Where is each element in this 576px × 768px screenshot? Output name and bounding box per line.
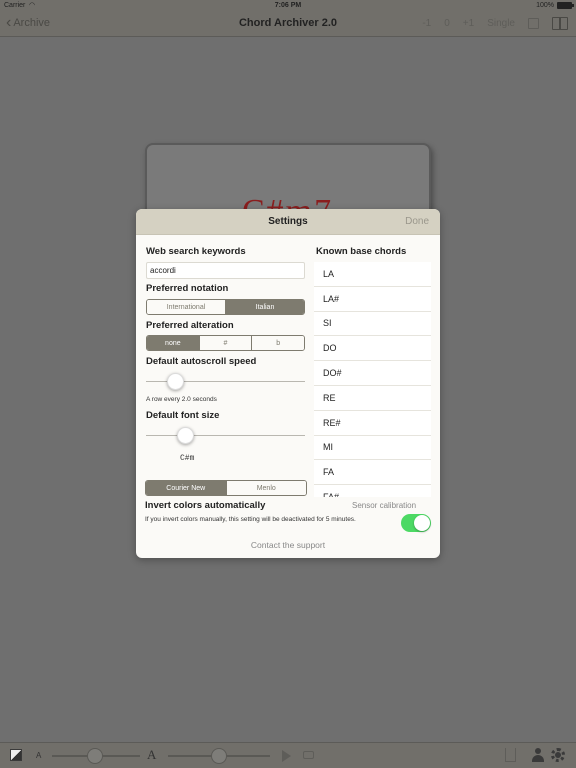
contact-support-button[interactable]: Contact the support <box>136 540 440 550</box>
sensor-calibration-button[interactable]: Sensor calibration <box>352 501 416 510</box>
settings-header: Settings Done <box>136 209 440 235</box>
settings-modal: Settings Done Web search keywords Prefer… <box>136 209 440 558</box>
chord-list-item[interactable]: DO# <box>314 361 431 386</box>
font-smaller-icon: A <box>36 751 42 760</box>
book-icon[interactable] <box>552 17 568 30</box>
font-size-label: Default font size <box>146 410 220 421</box>
transpose-up-button[interactable]: +1 <box>463 18 474 29</box>
person-icon[interactable] <box>531 748 545 762</box>
invert-colors-toggle[interactable] <box>401 514 431 532</box>
chord-list-item[interactable]: FA# <box>314 485 431 497</box>
battery-icon <box>557 2 574 9</box>
transpose-down-button[interactable]: -1 <box>422 18 431 29</box>
scroll-speed-slider-thumb[interactable] <box>211 748 227 764</box>
notation-italian[interactable]: Italian <box>225 300 304 314</box>
known-chords-label: Known base chords <box>316 246 407 257</box>
alteration-label: Preferred alteration <box>146 320 234 331</box>
autoscroll-slider-thumb[interactable] <box>167 373 185 390</box>
settings-right-column: Known base chords LALA#SIDODO#RERE#MIFAF… <box>312 235 440 508</box>
invert-colors-note: If you invert colors manually, this sett… <box>145 516 356 523</box>
bottom-toolbar: A A <box>0 742 576 768</box>
font-size-thumb[interactable] <box>177 427 195 444</box>
invert-colors-label: Invert colors automatically <box>145 500 266 511</box>
invert-colors-icon[interactable] <box>10 749 22 761</box>
nav-bar: ‹ Archive Chord Archiver 2.0 -1 0 +1 Sin… <box>0 12 576 37</box>
chord-list-item[interactable]: SI <box>314 312 431 337</box>
gear-icon[interactable] <box>551 748 565 762</box>
chord-list-item[interactable]: RE <box>314 386 431 411</box>
notation-segmented: International Italian <box>146 299 305 315</box>
video-icon[interactable] <box>303 751 314 759</box>
autoscroll-label: Default autoscroll speed <box>146 356 257 367</box>
chord-list-item[interactable]: FA <box>314 460 431 486</box>
chord-list-item[interactable]: MI <box>314 436 431 461</box>
done-button[interactable]: Done <box>405 216 429 227</box>
settings-left-column: Web search keywords Preferred notation I… <box>136 235 311 508</box>
status-bar: Carrier ◠ 7:06 PM 100% <box>0 0 576 12</box>
chord-list-item[interactable]: DO <box>314 336 431 362</box>
settings-title: Settings <box>268 216 308 227</box>
font-preview: C#m <box>180 454 195 463</box>
edit-icon[interactable] <box>528 18 539 29</box>
font-size-slider-thumb[interactable] <box>87 748 103 764</box>
autoscroll-value: A row every 2.0 seconds <box>146 396 217 403</box>
font-family-segmented: Courier New Menlo <box>145 480 307 496</box>
toggle-knob <box>414 515 430 531</box>
alteration-none[interactable]: none <box>147 336 199 350</box>
alteration-segmented: none # b <box>146 335 305 351</box>
font-menlo[interactable]: Menlo <box>225 481 306 495</box>
chord-list-item[interactable]: LA# <box>314 287 431 312</box>
alteration-flat[interactable]: b <box>251 336 304 350</box>
font-larger-icon: A <box>147 747 157 762</box>
font-size-track <box>146 435 305 436</box>
nav-actions: -1 0 +1 Single <box>422 17 568 30</box>
web-search-input[interactable] <box>146 262 305 279</box>
font-courier-new[interactable]: Courier New <box>146 481 226 495</box>
notation-international[interactable]: International <box>147 300 225 314</box>
clock: 7:06 PM <box>274 2 302 9</box>
share-icon[interactable] <box>505 748 516 762</box>
mode-button[interactable]: Single <box>487 18 515 29</box>
web-search-label: Web search keywords <box>146 246 246 257</box>
alteration-sharp[interactable]: # <box>198 336 252 350</box>
battery-percent: 100% <box>536 2 554 9</box>
transpose-value: 0 <box>444 18 450 29</box>
play-icon[interactable] <box>282 750 291 762</box>
chord-list-item[interactable]: RE# <box>314 411 431 436</box>
chord-list-item[interactable]: LA <box>314 262 431 287</box>
notation-label: Preferred notation <box>146 283 229 294</box>
known-chords-list[interactable]: LALA#SIDODO#RERE#MIFAFA# <box>314 262 431 497</box>
